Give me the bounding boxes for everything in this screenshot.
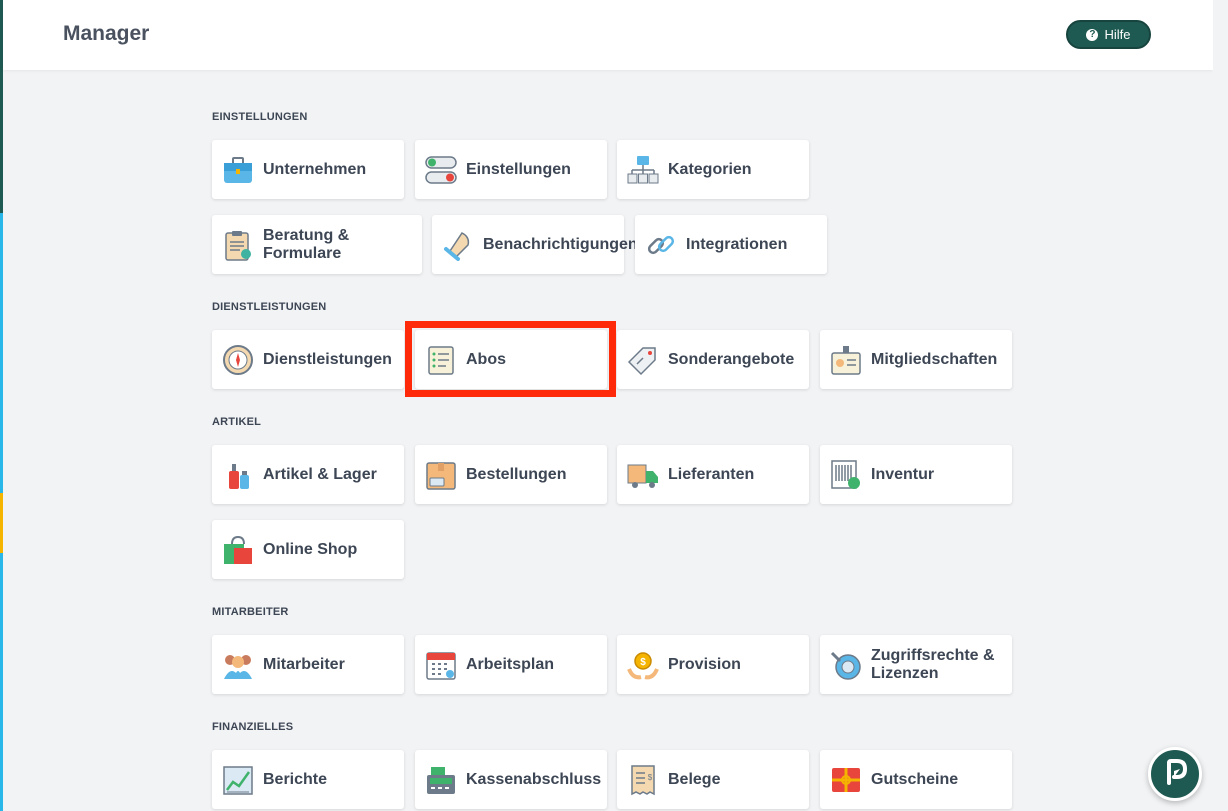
section-title-einstellungen: EINSTELLUNGEN xyxy=(212,111,308,123)
svg-text:$: $ xyxy=(648,773,653,782)
shopping-bag-icon xyxy=(222,534,254,566)
card-gutscheine[interactable]: Gutscheine xyxy=(820,750,1012,809)
clipboard-icon xyxy=(222,229,254,261)
window-edge-bottom xyxy=(0,553,3,811)
card-bestellungen[interactable]: Bestellungen xyxy=(415,445,607,504)
card-kassenabschluss[interactable]: Kassenabschluss xyxy=(415,750,607,809)
products-icon xyxy=(222,459,254,491)
card-arbeitsplan[interactable]: Arbeitsplan xyxy=(415,635,607,694)
team-icon xyxy=(222,649,254,681)
card-provision[interactable]: $ Provision xyxy=(617,635,809,694)
barcode-scan-icon xyxy=(830,459,862,491)
card-dienstleistungen[interactable]: Dienstleistungen xyxy=(212,330,404,389)
card-kategorien[interactable]: Kategorien xyxy=(617,140,809,199)
card-integrationen[interactable]: Integrationen xyxy=(635,215,827,274)
chat-support-button[interactable] xyxy=(1148,747,1202,801)
toggle-switches-icon xyxy=(425,154,457,186)
card-mitgliedschaften[interactable]: Mitgliedschaften xyxy=(820,330,1012,389)
svg-text:$: $ xyxy=(640,657,646,668)
hierarchy-icon xyxy=(627,154,659,186)
help-button[interactable]: ? Hilfe xyxy=(1066,20,1151,49)
coin-hands-icon: $ xyxy=(627,649,659,681)
card-inventur[interactable]: Inventur xyxy=(820,445,1012,504)
delivery-truck-icon xyxy=(627,459,659,491)
section-title-artikel: ARTIKEL xyxy=(212,416,262,428)
card-belege[interactable]: $ Belege xyxy=(617,750,809,809)
section-title-finanzielles: FINANZIELLES xyxy=(212,721,294,733)
card-zugriffsrechte-lizenzen[interactable]: Zugriffsrechte & Lizenzen xyxy=(820,635,1012,694)
price-tag-icon xyxy=(627,344,659,376)
card-sonderangebote[interactable]: Sonderangebote xyxy=(617,330,809,389)
card-benachrichtigungen[interactable]: Benachrichtigungen xyxy=(432,215,638,274)
card-artikel-lager[interactable]: Artikel & Lager xyxy=(212,445,404,504)
gift-card-icon xyxy=(830,764,862,796)
receipt-icon: $ xyxy=(627,764,659,796)
card-lieferanten[interactable]: Lieferanten xyxy=(617,445,809,504)
bell-icon xyxy=(442,229,474,261)
card-mitarbeiter[interactable]: Mitarbeiter xyxy=(212,635,404,694)
briefcase-icon xyxy=(222,154,254,186)
card-abos[interactable]: Abos xyxy=(415,330,607,389)
scrollbar[interactable] xyxy=(1213,0,1228,811)
section-title-mitarbeiter: MITARBEITER xyxy=(212,606,289,618)
card-einstellungen[interactable]: Einstellungen xyxy=(415,140,607,199)
card-berichte[interactable]: Berichte xyxy=(212,750,404,809)
package-icon xyxy=(425,459,457,491)
window-edge-accent xyxy=(0,493,3,553)
top-header: Manager ? Hilfe xyxy=(3,0,1213,70)
section-title-dienstleistungen: DIENSTLEISTUNGEN xyxy=(212,301,327,313)
card-online-shop[interactable]: Online Shop xyxy=(212,520,404,579)
security-key-icon xyxy=(830,649,862,681)
cash-register-icon xyxy=(425,764,457,796)
checklist-icon xyxy=(425,344,457,376)
compass-icon xyxy=(222,344,254,376)
id-badge-icon xyxy=(830,344,862,376)
help-label: Hilfe xyxy=(1104,27,1131,42)
window-edge-mid xyxy=(0,213,3,493)
calendar-icon xyxy=(425,649,457,681)
chart-icon xyxy=(222,764,254,796)
link-icon xyxy=(645,229,677,261)
card-beratung-formulare[interactable]: Beratung & Formulare xyxy=(212,215,422,274)
question-icon: ? xyxy=(1086,28,1099,41)
page-title: Manager xyxy=(63,22,150,45)
brand-logo-icon xyxy=(1160,757,1190,792)
card-unternehmen[interactable]: Unternehmen xyxy=(212,140,404,199)
